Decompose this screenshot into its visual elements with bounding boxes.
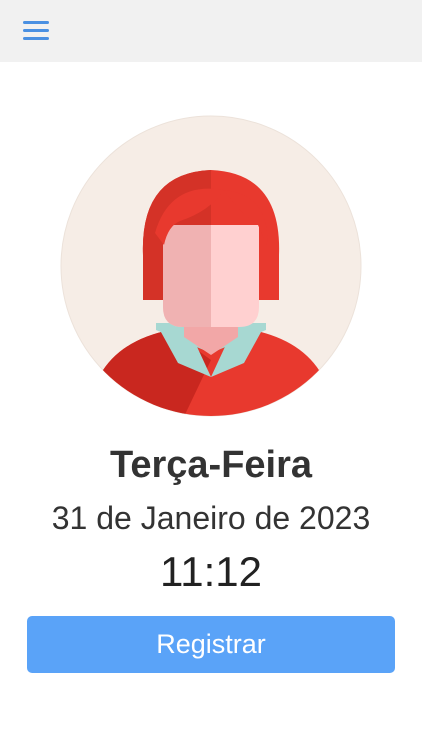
menu-line: [23, 37, 49, 40]
time-label: 11:12: [160, 548, 262, 595]
register-button[interactable]: Registrar: [27, 616, 395, 673]
menu-line: [23, 21, 49, 24]
top-bar: [0, 0, 422, 62]
hamburger-menu-icon[interactable]: [18, 16, 54, 46]
menu-line: [23, 29, 49, 32]
user-avatar-icon: [60, 115, 362, 417]
app-screen: Terça-Feira 31 de Janeiro de 2023 11:12 …: [0, 0, 422, 750]
date-label: 31 de Janeiro de 2023: [51, 500, 371, 536]
weekday-label: Terça-Feira: [109, 444, 313, 486]
